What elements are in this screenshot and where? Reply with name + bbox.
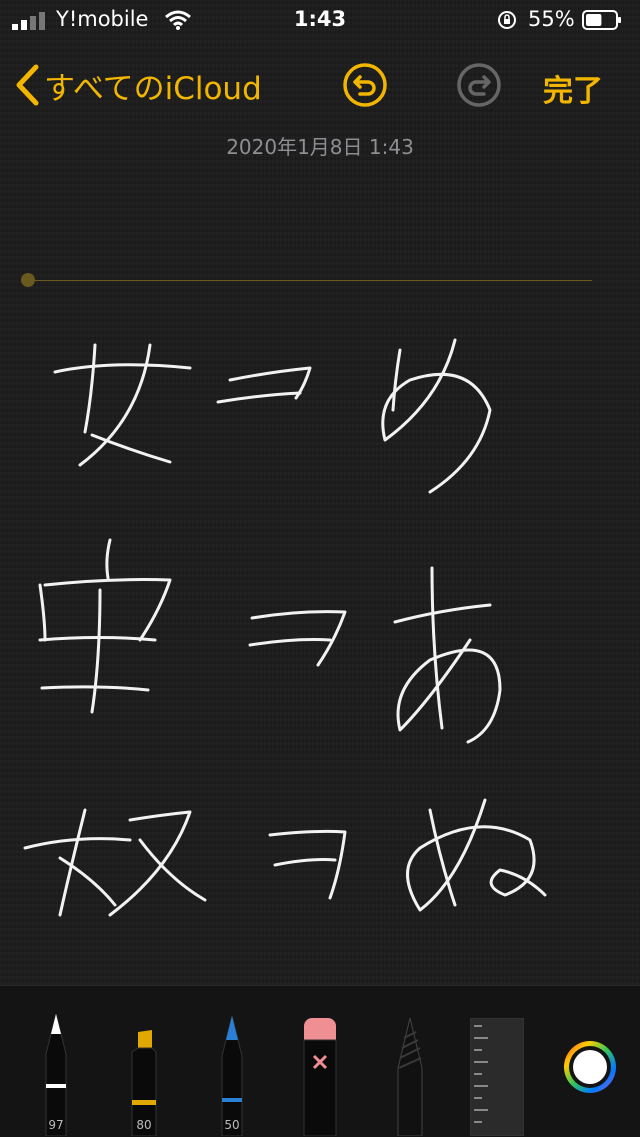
color-picker-button[interactable] [562,1039,618,1095]
drawing-divider-line [28,280,592,281]
back-button[interactable]: すべてのiCloud [14,60,262,110]
pencil-width-label: 50 [224,1118,240,1132]
lasso-icon [397,1018,423,1136]
handwritten-arrow-3 [268,829,347,900]
eraser-icon [303,1018,337,1136]
undo-icon[interactable] [342,62,388,108]
color-wheel-icon [564,1041,616,1093]
redo-icon[interactable] [456,62,502,108]
handwritten-kana-nu [406,798,547,912]
orientation-lock-icon [498,11,516,29]
handwritten-arrow-1 [216,366,312,404]
chevron-left-icon [16,64,39,106]
eraser-tool[interactable] [300,1018,340,1136]
pen-width-label: 97 [48,1118,64,1132]
pen-tool[interactable]: 97 [36,1000,76,1136]
marker-width-label: 80 [136,1118,152,1132]
handwritten-kana-a [393,566,502,744]
done-button[interactable]: 完了 [543,66,603,110]
handwritten-kana-me [381,338,492,494]
marker-tool[interactable]: 80 [124,1030,164,1136]
pencil-tool[interactable]: 50 [212,1016,252,1136]
lasso-tool[interactable] [390,1018,430,1136]
pen-icon [45,1013,67,1136]
ruler-icon [470,1018,524,1136]
handwritten-arrow-2 [248,610,347,667]
ruler-tool[interactable] [470,1018,524,1136]
battery-percent: 55% [528,7,575,31]
handwriting-canvas[interactable] [0,300,640,980]
note-date: 2020年1月8日 1:43 [226,135,414,159]
back-label: すべてのiCloud [44,70,262,107]
status-bar: Y!mobile 1:43 55% [0,0,640,40]
handwritten-kanji-u [38,538,172,714]
handwritten-kanji-nu [23,808,207,917]
handwritten-kanji-an-1 [53,343,192,467]
battery-icon [582,10,621,30]
